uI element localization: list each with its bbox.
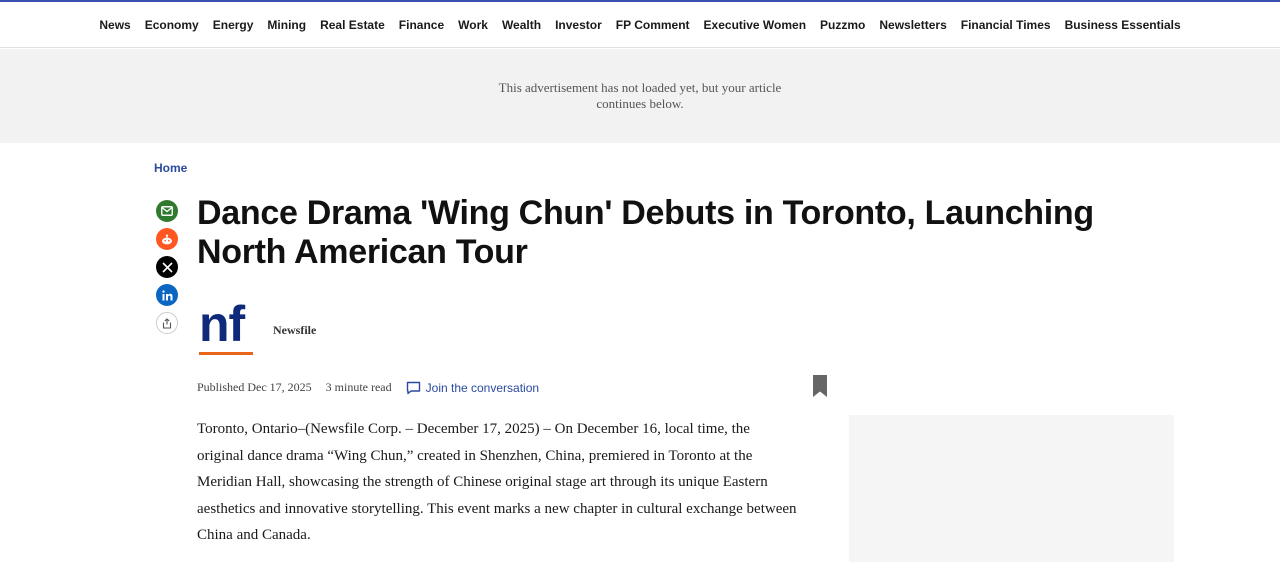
advertisement-message: This advertisement has not loaded yet, b… xyxy=(498,80,782,111)
comment-icon xyxy=(406,381,420,394)
nav-list: News Economy Energy Mining Real Estate F… xyxy=(0,2,1280,48)
nav-item-mining[interactable]: Mining xyxy=(260,18,313,32)
join-conversation-link[interactable]: Join the conversation xyxy=(406,381,539,395)
share-email-button[interactable] xyxy=(156,200,178,222)
nav-item-wealth[interactable]: Wealth xyxy=(495,18,548,32)
bookmark-button[interactable] xyxy=(813,375,827,397)
article-meta: Published Dec 17, 2025 3 minute read Joi… xyxy=(197,380,539,395)
nav-item-work[interactable]: Work xyxy=(451,18,495,32)
nav-item-economy[interactable]: Economy xyxy=(138,18,206,32)
nav-item-financial-times[interactable]: Financial Times xyxy=(954,18,1058,32)
bookmark-icon xyxy=(813,375,827,397)
article-body-paragraph: Toronto, Ontario–(Newsfile Corp. – Decem… xyxy=(197,421,797,543)
reddit-icon xyxy=(162,234,172,244)
share-x-button[interactable] xyxy=(156,256,178,278)
nav-item-finance[interactable]: Finance xyxy=(392,18,451,32)
nav-item-newsletters[interactable]: Newsletters xyxy=(872,18,953,32)
share-icon xyxy=(162,317,172,329)
source-name[interactable]: Newsfile xyxy=(273,323,316,338)
source-logo-text: nf xyxy=(199,296,245,352)
nav-item-investor[interactable]: Investor xyxy=(548,18,609,32)
article-headline: Dance Drama 'Wing Chun' Debuts in Toront… xyxy=(197,194,1094,271)
nav-item-energy[interactable]: Energy xyxy=(206,18,261,32)
top-navigation: News Economy Energy Mining Real Estate F… xyxy=(0,2,1280,48)
share-reddit-button[interactable] xyxy=(156,228,178,250)
nav-item-real-estate[interactable]: Real Estate xyxy=(313,18,392,32)
nav-item-executive-women[interactable]: Executive Women xyxy=(697,18,813,32)
source-logo[interactable]: nf xyxy=(199,298,255,358)
advertisement-slot: This advertisement has not loaded yet, b… xyxy=(0,49,1280,143)
share-more-button[interactable] xyxy=(156,312,178,334)
breadcrumb-home[interactable]: Home xyxy=(154,161,187,175)
published-date: Published Dec 17, 2025 xyxy=(197,380,312,394)
read-time: 3 minute read xyxy=(325,380,392,394)
nav-item-puzzmo[interactable]: Puzzmo xyxy=(813,18,872,32)
nav-item-news[interactable]: News xyxy=(92,18,137,32)
nav-item-fp-comment[interactable]: FP Comment xyxy=(609,18,697,32)
nav-item-business-essentials[interactable]: Business Essentials xyxy=(1058,18,1188,32)
sidebar-ad-placeholder xyxy=(849,415,1174,562)
share-toolbar xyxy=(156,200,178,340)
linkedin-icon xyxy=(161,289,172,300)
email-icon xyxy=(161,206,173,216)
join-conversation-label: Join the conversation xyxy=(425,380,540,395)
share-linkedin-button[interactable] xyxy=(156,284,178,306)
source-logo-underline xyxy=(199,352,253,355)
x-icon xyxy=(161,261,173,273)
